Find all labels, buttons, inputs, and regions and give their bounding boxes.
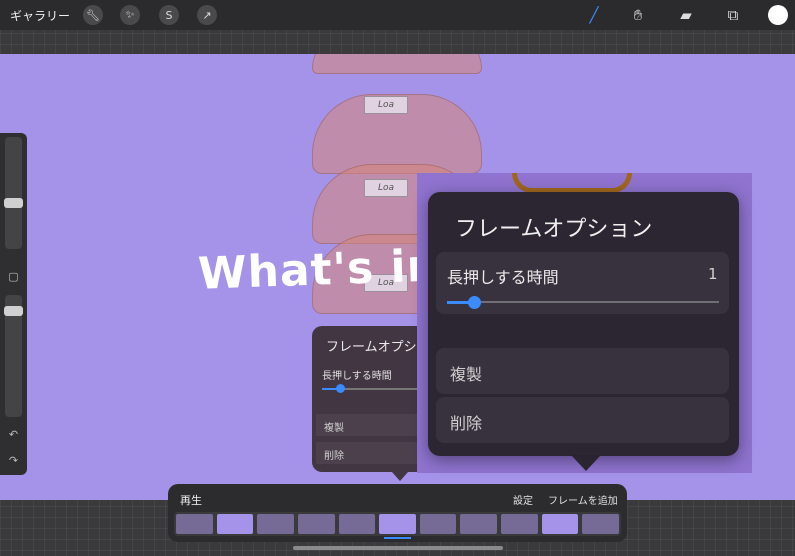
popup-title: フレームオプシ — [326, 340, 417, 355]
frame-thumbnail[interactable] — [541, 514, 579, 534]
top-toolbar: ギャラリー 🔧︎ ✨︎ S ↗ ╱ ✋︎ ▰ ⧉ — [0, 0, 795, 30]
hold-duration-value: 1 — [708, 265, 718, 283]
bag-drawing — [312, 54, 482, 74]
frame-thumbnail[interactable] — [379, 514, 416, 534]
frame-strip — [174, 512, 621, 536]
smudge-icon[interactable]: ✋︎ — [627, 4, 649, 26]
popup-arrow — [392, 472, 408, 481]
frame-thumbnail[interactable] — [460, 514, 498, 534]
animation-timeline: 再生 設定 フレームを追加 — [168, 484, 627, 542]
transform-icon[interactable]: ↗ — [197, 5, 217, 25]
frame-thumbnail[interactable] — [176, 514, 213, 534]
undo-icon[interactable]: ↶ — [6, 427, 21, 442]
hold-duration-label: 長押しする時間 — [322, 371, 392, 382]
eraser-icon[interactable]: ▰ — [675, 4, 697, 26]
bag-handle — [512, 173, 632, 193]
selection-icon[interactable]: S — [159, 5, 179, 25]
gallery-button[interactable]: ギャラリー — [10, 7, 70, 24]
brush-icon[interactable]: ╱ — [583, 4, 605, 26]
popup-arrow — [571, 455, 601, 471]
settings-button[interactable]: 設定 — [513, 492, 533, 507]
add-frame-button[interactable]: フレームを追加 — [548, 492, 618, 507]
bag-tag: Loa — [364, 96, 408, 114]
delete-button[interactable]: 削除 — [436, 397, 729, 443]
frame-thumbnail[interactable] — [338, 514, 376, 534]
hold-duration-knob[interactable] — [336, 384, 345, 393]
duplicate-button[interactable]: 複製 — [436, 348, 729, 394]
hold-duration-label: 長押しする時間 — [447, 268, 559, 287]
home-indicator[interactable] — [293, 546, 503, 550]
redo-icon[interactable]: ↷ — [6, 453, 21, 468]
color-picker[interactable] — [768, 5, 788, 25]
popup-title: フレームオプション — [455, 217, 653, 242]
frame-thumbnail[interactable] — [297, 514, 335, 534]
frame-options-popup-zoomed: フレームオプション 長押しする時間 1 複製 削除 — [428, 192, 739, 456]
hold-duration-track[interactable] — [447, 301, 719, 303]
opacity-thumb[interactable] — [4, 306, 23, 316]
bag-tag: Loa — [364, 179, 408, 197]
hold-duration-knob[interactable] — [468, 296, 481, 309]
layers-icon[interactable]: ⧉ — [722, 4, 744, 26]
frame-thumbnail[interactable] — [501, 514, 538, 534]
brush-size-thumb[interactable] — [4, 198, 23, 208]
left-sidebar: ▢ ↶ ↷ — [0, 133, 27, 475]
play-button[interactable]: 再生 — [180, 492, 202, 508]
wand-icon[interactable]: ✨︎ — [120, 5, 140, 25]
wrench-icon[interactable]: 🔧︎ — [83, 5, 103, 25]
frame-thumbnail[interactable] — [419, 514, 457, 534]
selected-frame-indicator — [384, 537, 411, 539]
modify-button[interactable]: ▢ — [6, 269, 21, 284]
frame-thumbnail[interactable] — [216, 514, 254, 534]
frame-thumbnail[interactable] — [582, 514, 620, 534]
frame-thumbnail[interactable] — [257, 514, 294, 534]
brush-size-slider[interactable] — [5, 137, 22, 249]
